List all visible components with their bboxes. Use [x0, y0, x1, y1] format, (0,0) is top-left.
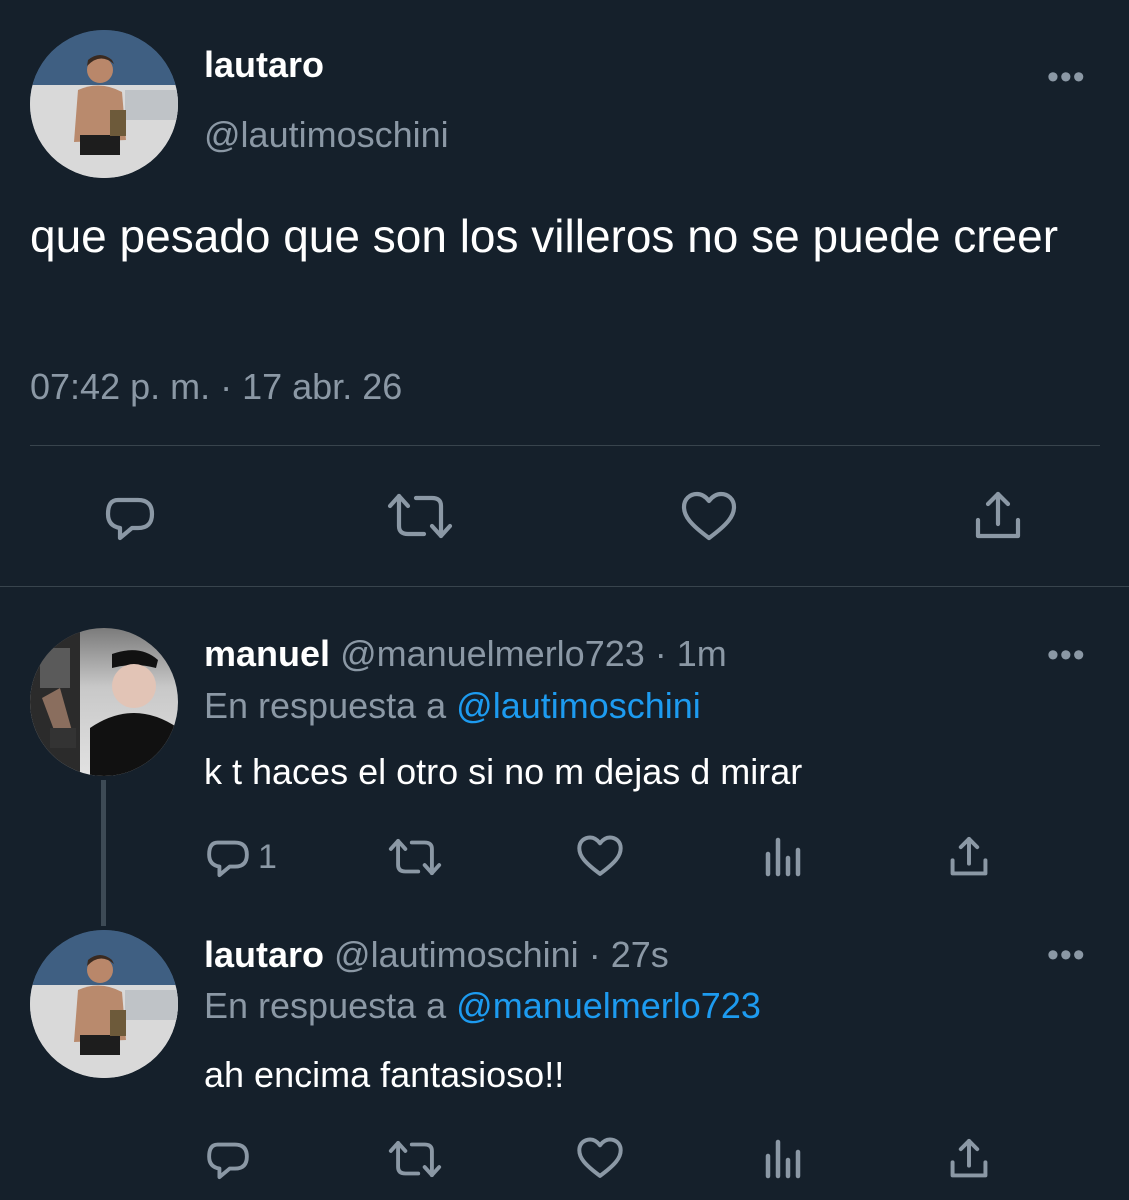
views-icon[interactable]: [764, 836, 804, 878]
handle[interactable]: @lautimoschini: [204, 114, 449, 156]
mention-link[interactable]: @lautimoschini: [456, 685, 701, 726]
retweet-icon[interactable]: [386, 1138, 444, 1180]
like-icon[interactable]: [576, 1136, 624, 1181]
relative-time[interactable]: · 1m: [655, 633, 727, 674]
avatar[interactable]: [30, 930, 178, 1078]
handle[interactable]: @lautimoschini: [334, 934, 579, 975]
share-icon[interactable]: [970, 488, 1026, 544]
tweet-text: que pesado que son los villeros no se pu…: [30, 210, 1059, 262]
reply-prefix: En respuesta a: [204, 985, 447, 1026]
views-icon[interactable]: [764, 1138, 804, 1180]
reply-icon[interactable]: [204, 834, 252, 882]
relative-time[interactable]: · 27s: [589, 934, 669, 975]
reply-context: En respuesta a @lautimoschini: [204, 685, 701, 727]
display-name[interactable]: lautaro: [204, 44, 324, 86]
reply-icon[interactable]: [102, 490, 158, 546]
share-icon[interactable]: [946, 1136, 992, 1182]
section-divider: [0, 586, 1129, 587]
display-name[interactable]: manuel: [204, 633, 330, 674]
retweet-icon[interactable]: [384, 490, 456, 542]
reply-context: En respuesta a @manuelmerlo723: [204, 985, 761, 1027]
display-name[interactable]: lautaro: [204, 934, 324, 975]
divider: [30, 445, 1100, 446]
tweet-text: k t haces el otro si no m dejas d mirar: [204, 751, 803, 792]
timestamp[interactable]: 07:42 p. m. · 17 abr. 26: [30, 366, 402, 408]
share-icon[interactable]: [946, 834, 992, 880]
like-icon[interactable]: [576, 834, 624, 879]
reply-header: manuel @manuelmerlo723 · 1m: [204, 633, 727, 675]
handle[interactable]: @manuelmerlo723: [340, 633, 645, 674]
more-icon[interactable]: •••: [1047, 638, 1086, 672]
thread-line: [101, 780, 106, 926]
more-icon[interactable]: •••: [1047, 60, 1086, 94]
like-icon[interactable]: [680, 490, 738, 544]
avatar[interactable]: [30, 628, 178, 776]
reply-prefix: En respuesta a: [204, 685, 447, 726]
retweet-icon[interactable]: [386, 836, 444, 878]
reply-header: lautaro @lautimoschini · 27s: [204, 934, 669, 976]
mention-link[interactable]: @manuelmerlo723: [456, 985, 761, 1026]
reply-icon[interactable]: [204, 1136, 252, 1184]
avatar[interactable]: [30, 30, 178, 178]
tweet-text: ah encima fantasioso!!: [204, 1054, 565, 1095]
reply-count: 1: [258, 838, 277, 876]
more-icon[interactable]: •••: [1047, 938, 1086, 972]
